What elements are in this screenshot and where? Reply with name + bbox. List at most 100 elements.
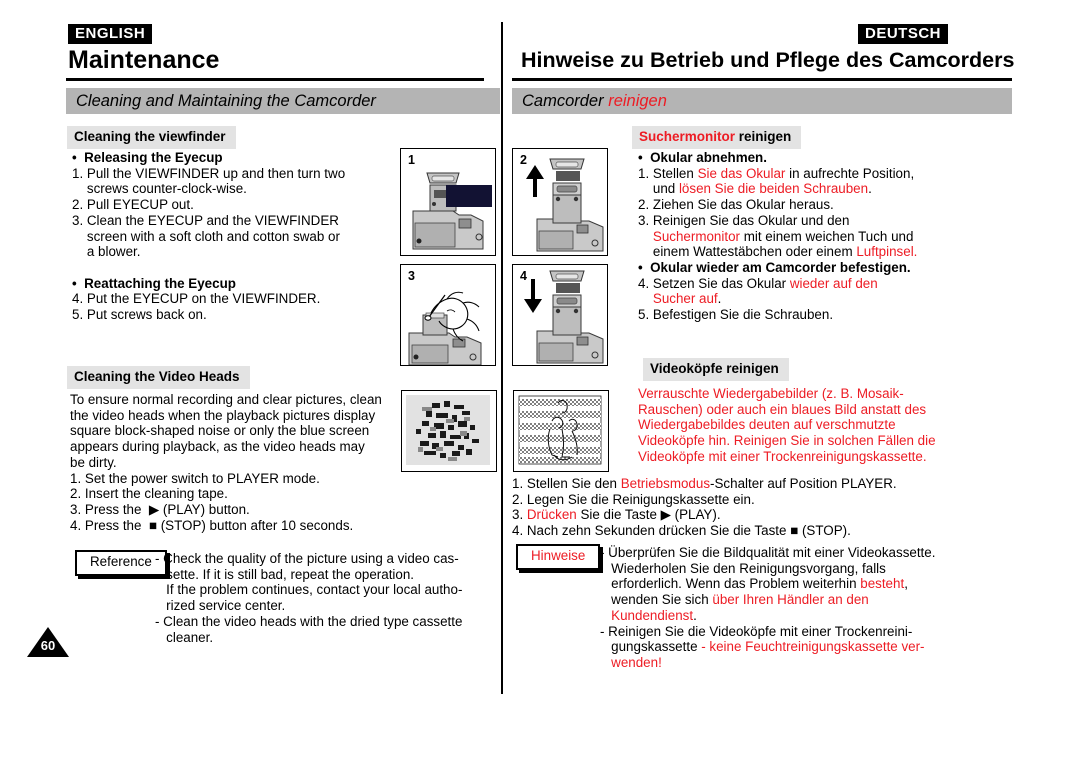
text-line: • Releasing the Eyecup bbox=[72, 150, 223, 165]
subheading-videokoepfe-reinigen: Videoköpfe reinigen bbox=[643, 358, 789, 381]
hand-cleaning-diagram-3 bbox=[401, 265, 495, 365]
text-line: Kundendienst. bbox=[600, 608, 935, 624]
text-line: • Okular abnehmen. bbox=[638, 150, 917, 166]
text-line: square block-shaped noise or only the bl… bbox=[70, 423, 370, 439]
panel-2-number: 2 bbox=[520, 153, 527, 167]
text-segment: Drücken bbox=[526, 507, 577, 523]
english-body-viewfinder: • Releasing the Eyecup 1. Pull the VIEWFI… bbox=[72, 150, 345, 323]
text-segment: über Ihren Händler an den bbox=[712, 592, 869, 608]
text-line: Wiederholen Sie den Reinigungsvorgang, f… bbox=[600, 561, 935, 577]
text-segment: Betriebsmodus bbox=[620, 476, 711, 491]
text-line: 3. Reinigen Sie das Okular und den bbox=[638, 213, 917, 229]
illustration-panel-3: 3 bbox=[400, 264, 496, 366]
striped-noise-image bbox=[514, 391, 606, 469]
text-line: screws counter-clock-wise. bbox=[72, 181, 247, 197]
language-badge-english: ENGLISH bbox=[68, 24, 153, 44]
text-line: appears during playback, as the video he… bbox=[70, 439, 365, 455]
text-line: cleaner. bbox=[155, 629, 214, 645]
camcorder-push-down-diagram-4 bbox=[513, 265, 607, 365]
subheading-suchermonitor-reinigen: Suchermonitor reinigen bbox=[632, 126, 802, 149]
text-segment: 2. Ziehen Sie das Okular heraus. bbox=[638, 197, 834, 213]
section-bar-german-red: reinigen bbox=[608, 92, 667, 110]
text-segment: wieder auf den bbox=[789, 275, 878, 291]
text-segment: 1. Stellen bbox=[638, 165, 698, 181]
text-line: 4. Setzen Sie das Okular wieder auf den bbox=[638, 276, 917, 292]
text-line: wenden Sie sich über Ihren Händler an de… bbox=[600, 592, 935, 608]
text-line: Videoköpfe mit einer Trockenreinigungska… bbox=[638, 448, 927, 464]
text-segment: . bbox=[693, 607, 697, 623]
panel-4-number: 4 bbox=[520, 269, 527, 283]
text-segment: Kundendienst bbox=[611, 607, 694, 623]
text-line: screen with a soft cloth and cotton swab… bbox=[72, 228, 340, 244]
english-body-video-heads: To ensure normal recording and clear pic… bbox=[70, 392, 382, 533]
text-segment: 4. Nach zehn Sekunden drücken Sie die Ta… bbox=[512, 523, 851, 539]
illustration-panel-4: 4 bbox=[512, 264, 608, 366]
text-line: Suchermonitor mit einem weichen Tuch und bbox=[638, 229, 917, 245]
text-line: sette. If it is still bad, repeat the op… bbox=[155, 566, 415, 582]
illustration-panel-1: 1 bbox=[400, 148, 496, 256]
section-bar-german: Camcorder reinigen bbox=[512, 88, 1012, 114]
page-title-english: Maintenance bbox=[68, 46, 220, 74]
text-segment: 1. Stellen Sie den bbox=[512, 476, 621, 491]
text-line: rized service center. bbox=[155, 598, 286, 614]
text-segment: mit einem weichen Tuch und bbox=[739, 228, 914, 244]
text-segment: - Reinigen Sie die Videoköpfe mit einer … bbox=[600, 623, 913, 639]
title-rule-english bbox=[66, 78, 484, 81]
text-segment: 3. bbox=[512, 507, 527, 523]
text-line: Verrauschte Wiedergabebilder (z. B. Mosa… bbox=[638, 386, 904, 401]
section-bar-german-plain: Camcorder bbox=[522, 92, 609, 110]
text-segment bbox=[600, 608, 611, 623]
illustration-panel-2: 2 bbox=[512, 148, 608, 256]
text-segment: Sie die Taste ▶ (PLAY). bbox=[576, 507, 721, 523]
text-line: be dirty. bbox=[70, 454, 117, 470]
text-line: - Check the quality of the picture using… bbox=[155, 551, 459, 566]
text-segment: erforderlich. Wenn das Problem weiterhin bbox=[600, 576, 861, 592]
text-segment: Wiederholen Sie den Reinigungsvorgang, f… bbox=[600, 560, 886, 576]
subheading-de1-red: Suchermonitor bbox=[639, 129, 736, 144]
block-noise-image bbox=[402, 391, 494, 469]
text-line: 1. Stellen Sie den Betriebsmodus-Schalte… bbox=[512, 476, 897, 492]
text-line: Wiedergabebildes deuten auf verschmutzte bbox=[638, 417, 896, 433]
text-line: einem Wattestäbchen oder einem Luftpinse… bbox=[638, 244, 918, 260]
text-segment: . bbox=[717, 291, 722, 307]
text-segment: Suchermonitor bbox=[652, 228, 740, 244]
text-line: 2. Pull EYECUP out. bbox=[72, 197, 194, 213]
camcorder-pull-up-diagram-2 bbox=[513, 149, 607, 255]
text-segment: Luftpinsel. bbox=[856, 244, 918, 260]
text-segment: 4. Setzen Sie das Okular bbox=[638, 275, 790, 291]
text-segment: 3. Reinigen Sie das Okular und den bbox=[638, 212, 850, 228]
german-body-videokoepfe-steps: 1. Stellen Sie den Betriebsmodus-Schalte… bbox=[512, 476, 897, 539]
text-segment: besteht bbox=[860, 576, 905, 592]
text-line: Rauschen) oder auch ein blaues Bild anst… bbox=[638, 401, 927, 417]
text-segment: 5. Befestigen Sie die Schrauben. bbox=[638, 307, 834, 323]
panel-1-number: 1 bbox=[408, 153, 415, 167]
text-segment bbox=[638, 291, 653, 306]
text-line: erforderlich. Wenn das Problem weiterhin… bbox=[600, 576, 935, 592]
text-segment: gungskassette bbox=[600, 639, 702, 655]
german-body-suchermonitor: • Okular abnehmen. 1. Stellen Sie das Oku… bbox=[638, 150, 917, 323]
language-badge-german: DEUTSCH bbox=[858, 24, 949, 44]
noise-screen-block-noise bbox=[401, 390, 497, 472]
text-line: 4. Put the EYECUP on the VIEWFINDER. bbox=[72, 291, 321, 307]
text-segment: lösen Sie die beiden Schrauben bbox=[678, 181, 869, 197]
text-segment: - Überprüfen Sie die Bildqualität mit ei… bbox=[600, 545, 936, 560]
reference-box-english: Reference bbox=[75, 550, 167, 576]
text-line: 3. Drücken Sie die Taste ▶ (PLAY). bbox=[512, 507, 897, 523]
page-number-badge: 60 bbox=[27, 627, 69, 657]
text-segment: wenden! bbox=[611, 654, 662, 670]
text-line: a blower. bbox=[72, 244, 141, 260]
text-line: gungskassette - keine Feuchtreinigungska… bbox=[600, 639, 935, 655]
text-line: 4. Nach zehn Sekunden drücken Sie die Ta… bbox=[512, 523, 897, 539]
subheading-cleaning-viewfinder: Cleaning the viewfinder bbox=[67, 126, 236, 149]
page-title-german: Hinweise zu Betrieb und Pflege des Camco… bbox=[521, 48, 1015, 72]
reference-text-english: - Check the quality of the picture using… bbox=[155, 551, 462, 645]
text-line: If the problem continues, contact your l… bbox=[155, 582, 463, 598]
text-segment: . bbox=[868, 181, 872, 197]
text-line: 5. Befestigen Sie die Schrauben. bbox=[638, 307, 917, 323]
text-line: • Okular wieder am Camcorder befestigen. bbox=[638, 260, 917, 276]
text-line: 1. Stellen Sie das Okular in aufrechte P… bbox=[638, 166, 917, 182]
camcorder-viewfinder-diagram-1 bbox=[401, 149, 495, 255]
text-line: 5. Put screws back on. bbox=[72, 307, 207, 323]
column-divider bbox=[501, 22, 503, 694]
manual-page: ENGLISH DEUTSCH Maintenance Hinweise zu … bbox=[0, 0, 1080, 771]
